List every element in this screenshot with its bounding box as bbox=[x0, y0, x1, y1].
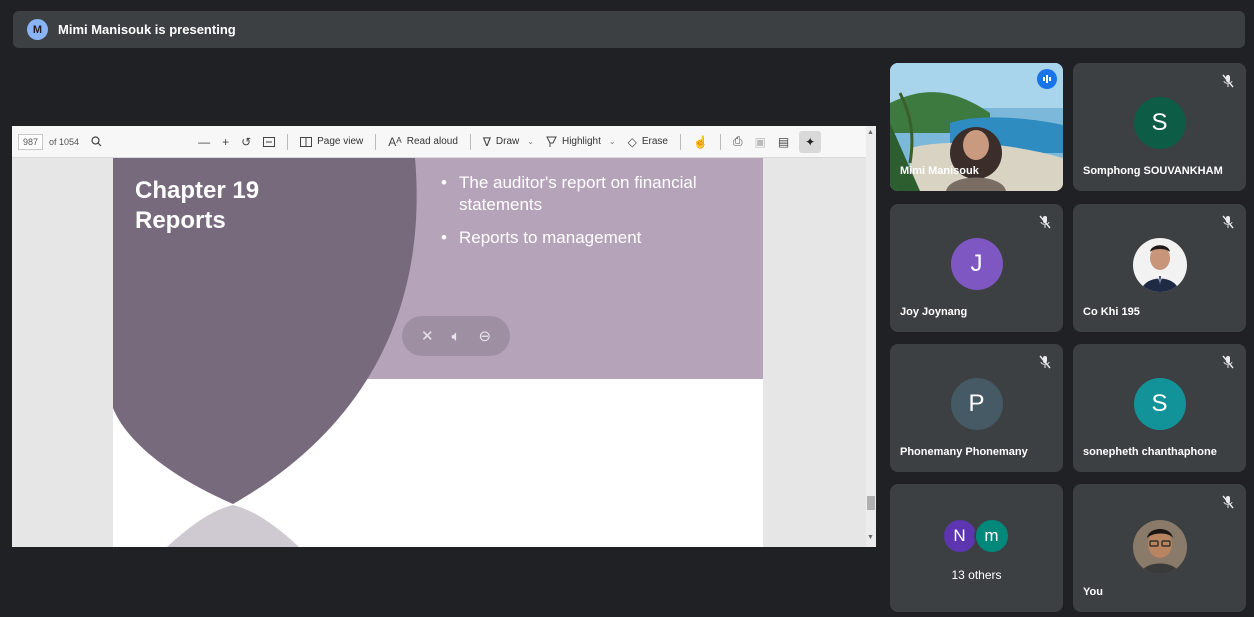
speaking-indicator-icon bbox=[1037, 69, 1057, 89]
search-icon[interactable] bbox=[91, 136, 102, 147]
avatar bbox=[1132, 238, 1187, 292]
presenting-banner: M Mimi Manisouk is presenting bbox=[13, 11, 1245, 48]
save-icon[interactable]: ▣ bbox=[755, 135, 766, 149]
participant-tile[interactable]: Co Khi 195 bbox=[1073, 204, 1246, 332]
draw-button[interactable]: Draw bbox=[496, 136, 519, 147]
read-aloud-icon[interactable]: Aᴬ bbox=[388, 135, 401, 149]
chevron-down-icon[interactable]: ⌄ bbox=[609, 137, 616, 146]
participant-name: Joy Joynang bbox=[900, 306, 968, 318]
scroll-down-icon[interactable]: ▼ bbox=[867, 534, 874, 541]
zoom-in-icon[interactable]: + bbox=[222, 135, 229, 149]
participant-tile[interactable]: P Phonemany Phonemany bbox=[890, 344, 1063, 472]
participant-tile-presenter[interactable]: Mimi Manisouk bbox=[890, 63, 1063, 191]
highlight-icon[interactable] bbox=[546, 136, 557, 148]
participant-tile[interactable]: S Somphong SOUVANKHAM bbox=[1073, 63, 1246, 191]
participant-name: Co Khi 195 bbox=[1083, 306, 1140, 318]
toolbar-divider bbox=[469, 133, 471, 150]
mic-off-icon bbox=[1222, 355, 1234, 369]
slide-title: Chapter 19 Reports bbox=[135, 176, 259, 236]
avatar: N bbox=[941, 518, 978, 554]
pin-toolbar-icon[interactable]: ✦ bbox=[799, 130, 822, 153]
rotate-icon[interactable]: ↺ bbox=[241, 135, 251, 149]
save-as-icon[interactable]: ▤ bbox=[778, 135, 789, 149]
volume-icon[interactable]: 🔈︎ bbox=[451, 328, 460, 345]
page-number-input[interactable]: 987 bbox=[18, 133, 44, 150]
avatar: P bbox=[950, 378, 1003, 430]
pdf-toolbar: 987 of 1054 — + ↺ Page view Aᴬ Read alou… bbox=[12, 126, 876, 158]
toolbar-divider bbox=[375, 133, 377, 150]
presenting-text: Mimi Manisouk is presenting bbox=[58, 22, 236, 37]
presenter-avatar: M bbox=[27, 19, 48, 40]
mic-off-icon bbox=[1039, 355, 1051, 369]
others-tile[interactable]: N m 13 others bbox=[890, 484, 1063, 612]
slide-title-line1: Chapter 19 bbox=[135, 177, 260, 204]
scroll-thumb[interactable] bbox=[867, 496, 875, 510]
page-view-button[interactable]: Page view bbox=[317, 136, 363, 147]
others-count: 13 others bbox=[951, 568, 1002, 582]
participant-tile[interactable]: S sonepheth chanthaphone bbox=[1073, 344, 1246, 472]
avatar: S bbox=[1133, 97, 1186, 149]
others-avatars: N m bbox=[941, 518, 1012, 554]
toolbar-divider bbox=[719, 133, 721, 150]
touch-icon[interactable]: ☝ bbox=[693, 135, 708, 149]
participant-tile[interactable]: J Joy Joynang bbox=[890, 204, 1063, 332]
mic-off-icon bbox=[1222, 74, 1234, 88]
scroll-up-icon[interactable]: ▲ bbox=[867, 129, 874, 136]
chevron-down-icon[interactable]: ⌄ bbox=[527, 137, 534, 146]
read-aloud-button[interactable]: Read aloud bbox=[407, 136, 458, 147]
highlight-button[interactable]: Highlight bbox=[562, 136, 601, 147]
shared-screen: 987 of 1054 — + ↺ Page view Aᴬ Read alou… bbox=[12, 126, 876, 547]
zoom-out-icon[interactable]: — bbox=[198, 135, 210, 149]
fit-page-icon[interactable] bbox=[263, 136, 276, 147]
media-controls: ✕ 🔈︎ ⊖ bbox=[402, 316, 510, 356]
mic-off-icon bbox=[1222, 215, 1234, 229]
pdf-scrollbar[interactable]: ▲ ▼ bbox=[866, 126, 876, 547]
slide-bullets: The auditor's report on financial statem… bbox=[439, 172, 749, 260]
draw-icon[interactable]: ∇ bbox=[483, 135, 491, 149]
slide-bullet: Reports to management bbox=[439, 227, 749, 249]
slide-bullet: The auditor's report on financial statem… bbox=[439, 172, 749, 216]
mute-pin-icon[interactable]: ✕ bbox=[421, 327, 434, 345]
avatar: S bbox=[1133, 378, 1186, 430]
avatar: m bbox=[973, 518, 1010, 554]
participant-name: You bbox=[1083, 586, 1103, 598]
toolbar-divider bbox=[287, 133, 289, 150]
eraser-icon[interactable]: ◇ bbox=[628, 135, 637, 149]
erase-button[interactable]: Erase bbox=[642, 136, 668, 147]
avatar: J bbox=[950, 238, 1003, 290]
mic-off-icon bbox=[1039, 215, 1051, 229]
participant-name: Mimi Manisouk bbox=[900, 165, 979, 177]
print-icon[interactable]: ⎙ bbox=[733, 134, 743, 149]
participant-name: sonepheth chanthaphone bbox=[1083, 446, 1217, 458]
slide-title-line2: Reports bbox=[135, 207, 226, 234]
page-total: of 1054 bbox=[49, 136, 80, 147]
page-view-icon[interactable] bbox=[300, 136, 313, 147]
toolbar-divider bbox=[679, 133, 681, 150]
minus-circle-icon[interactable]: ⊖ bbox=[478, 327, 491, 345]
mic-off-icon bbox=[1222, 495, 1234, 509]
participant-name: Phonemany Phonemany bbox=[900, 446, 1028, 458]
avatar bbox=[1132, 520, 1187, 574]
participant-name: Somphong SOUVANKHAM bbox=[1083, 165, 1223, 177]
self-tile[interactable]: You bbox=[1073, 484, 1246, 612]
